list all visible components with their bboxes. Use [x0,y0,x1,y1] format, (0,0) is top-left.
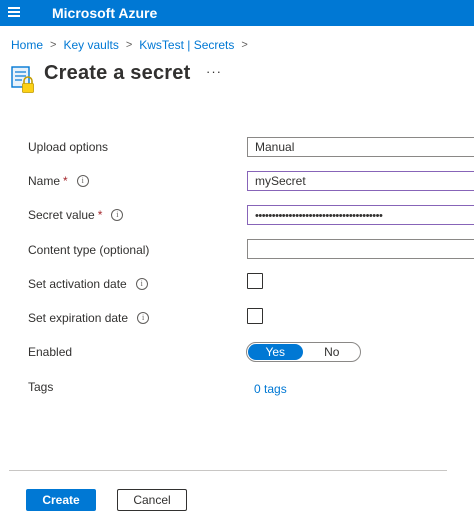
create-button[interactable]: Create [26,489,96,511]
key-vault-secret-icon [11,66,34,93]
title-row: Create a secret ··· [9,62,469,94]
content-type-label: Content type (optional) [28,243,149,257]
top-bar: Microsoft Azure [0,0,474,26]
activation-date-checkbox[interactable] [247,273,263,289]
breadcrumb: Home > Key vaults > KwsTest | Secrets > [11,38,255,52]
footer-divider [9,470,447,471]
hamburger-menu-icon[interactable] [8,6,21,18]
enabled-label-text: Enabled [28,345,73,359]
tags-link[interactable]: 0 tags [254,382,287,396]
secret-value-masked: •••••••••••••••••••••••••••••••••••••• [255,210,383,222]
enabled-toggle: Yes No [246,342,361,362]
name-input[interactable]: mySecret [247,171,474,191]
expiration-date-label: Set expiration date i [28,311,150,325]
breadcrumb-separator: > [125,39,133,51]
info-icon[interactable]: i [135,278,148,290]
secret-value-input[interactable]: •••••••••••••••••••••••••••••••••••••• [247,205,474,225]
enabled-yes-option[interactable]: Yes [248,344,303,360]
tags-label-text: Tags [28,380,54,394]
breadcrumb-key-vaults[interactable]: Key vaults [63,38,118,52]
tags-label: Tags [28,380,53,394]
content-type-input[interactable] [247,239,474,259]
app-title[interactable]: Microsoft Azure [52,5,157,21]
breadcrumb-separator: > [241,39,248,51]
secret-value-label: Secret value * i [28,208,124,222]
enabled-no-option[interactable]: No [305,344,360,360]
breadcrumb-home[interactable]: Home [11,38,43,52]
expiration-date-label-text: Set expiration date [28,311,129,325]
expiration-date-checkbox[interactable] [247,308,263,324]
activation-date-label: Set activation date i [28,277,148,291]
secret-value-label-text: Secret value [28,208,95,222]
breadcrumb-separator: > [50,39,57,51]
info-icon[interactable]: i [76,175,89,187]
upload-options-select[interactable]: Manual [247,137,474,157]
info-icon[interactable]: i [111,209,124,221]
page-title: Create a secret [44,62,191,84]
activation-date-label-text: Set activation date [28,277,127,291]
enabled-label: Enabled [28,345,72,359]
required-asterisk: * [63,174,68,188]
cancel-button[interactable]: Cancel [117,489,187,511]
name-label-text: Name [28,174,61,188]
required-asterisk: * [97,208,103,222]
more-options-icon[interactable]: ··· [206,64,222,79]
upload-options-label-text: Upload options [28,140,109,154]
name-label: Name * i [28,174,89,188]
content-type-label-text: Content type (optional) [28,243,150,257]
info-icon[interactable]: i [137,312,150,324]
breadcrumb-secrets[interactable]: KwsTest | Secrets [139,38,234,52]
upload-options-label: Upload options [28,140,108,154]
